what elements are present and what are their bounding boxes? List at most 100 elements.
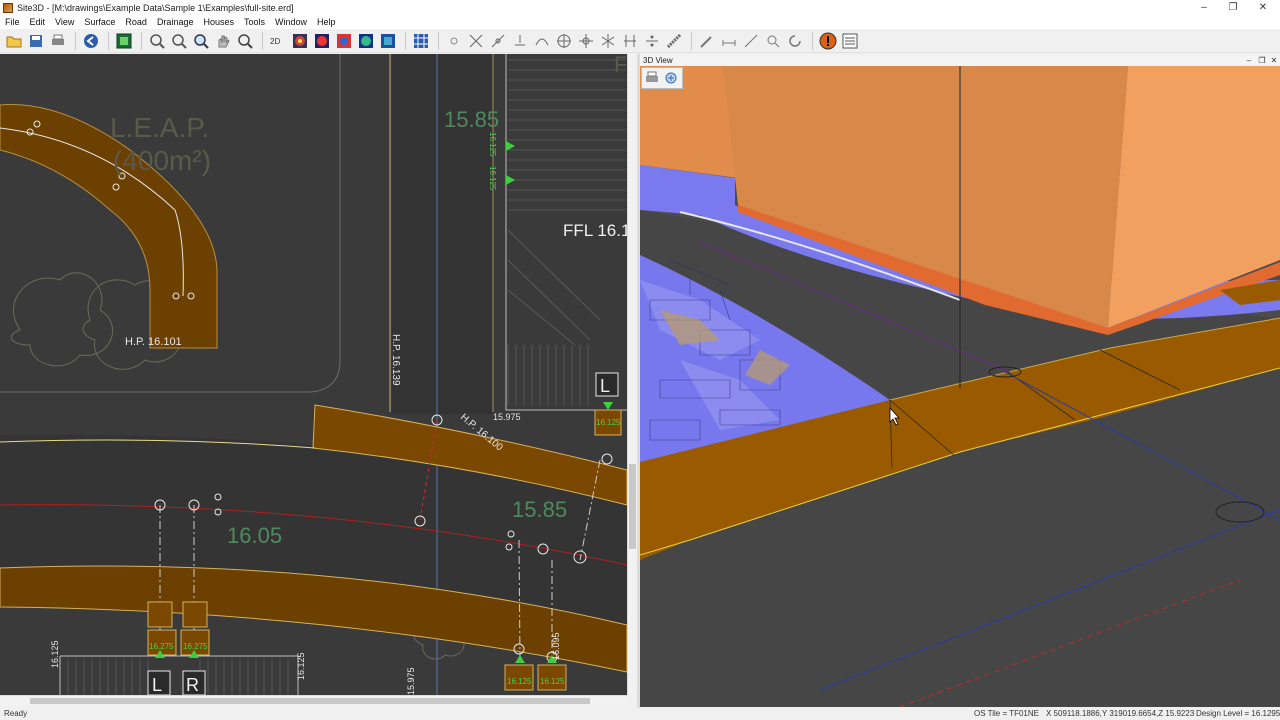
view3d-title: 3D View xyxy=(643,56,673,65)
open-folder-icon[interactable] xyxy=(4,31,24,51)
map-icon[interactable] xyxy=(114,31,134,51)
vertical-level-3: 16.125 xyxy=(50,640,60,668)
view3d-minimize-button[interactable]: – xyxy=(1244,55,1254,66)
warning-stop-icon[interactable] xyxy=(818,31,838,51)
grid-icon[interactable] xyxy=(411,31,431,51)
view3d-titlebar: 3D View – ❐ ✕ xyxy=(640,55,1280,66)
status-coordinates: X 509118.1886,Y 319019.6654,Z 15.9223 xyxy=(1046,709,1195,718)
menu-houses[interactable]: Houses xyxy=(198,17,239,27)
render-heat-icon[interactable] xyxy=(334,31,354,51)
menu-help[interactable]: Help xyxy=(312,17,341,27)
pad-level-3: 16.275 xyxy=(183,642,208,651)
render-globe-icon[interactable] xyxy=(356,31,376,51)
menu-edit[interactable]: Edit xyxy=(25,17,51,27)
menu-bar: File Edit View Surface Road Drainage Hou… xyxy=(0,15,1280,29)
status-ready: Ready xyxy=(4,709,28,718)
zoom-window-icon[interactable] xyxy=(235,31,255,51)
measure-icon[interactable] xyxy=(664,31,684,51)
rotate-3d-icon[interactable] xyxy=(663,70,679,87)
view3d-close-button[interactable]: ✕ xyxy=(1269,55,1279,66)
toolbar-separator xyxy=(262,31,263,50)
leap-area-label: (400m²) xyxy=(113,145,211,176)
snowflake-icon[interactable] xyxy=(598,31,618,51)
app-icon xyxy=(3,2,13,13)
status-bar: Ready OS Tile = TF01NE X 509118.1886,Y 3… xyxy=(0,708,1280,720)
restore-button[interactable]: ❐ xyxy=(1218,0,1248,15)
pad-level-1: 16.125 xyxy=(596,418,621,427)
zoom-out-icon[interactable] xyxy=(169,31,189,51)
scroll-thumb[interactable] xyxy=(30,698,590,704)
pencil-icon[interactable] xyxy=(697,31,717,51)
magnify-node-icon[interactable] xyxy=(763,31,783,51)
print-icon[interactable] xyxy=(48,31,68,51)
vertical-level-5: 16.095 xyxy=(551,632,561,660)
close-button[interactable]: ✕ xyxy=(1248,0,1278,15)
cross-icon[interactable] xyxy=(466,31,486,51)
toolbar-separator xyxy=(141,31,142,50)
toolbar-separator xyxy=(75,31,76,50)
view3d-canvas[interactable] xyxy=(640,66,1280,707)
render-blue-icon[interactable] xyxy=(378,31,398,51)
level-15-85-top: 15.85 xyxy=(444,107,499,132)
menu-window[interactable]: Window xyxy=(270,17,312,27)
crosshair-icon[interactable] xyxy=(576,31,596,51)
status-design-level: Design Level = 16.1295 xyxy=(1196,709,1280,718)
building-letter-label: F xyxy=(614,54,627,77)
list-report-icon[interactable] xyxy=(840,31,860,51)
status-os-tile: OS Tile = TF01NE xyxy=(974,709,1039,718)
toolbar-separator xyxy=(108,31,109,50)
minimize-button[interactable]: – xyxy=(1189,0,1219,15)
view3d-toolbar xyxy=(641,67,683,89)
main-toolbar: 2D xyxy=(0,29,1280,53)
bay-label-r: R xyxy=(186,675,199,695)
pad-level-5: 16.125 xyxy=(540,677,565,686)
level-15-85-mid: 15.85 xyxy=(512,497,567,522)
title-bar: Site3D - [M:\drawings\Example Data\Sampl… xyxy=(0,0,1280,15)
arc-icon[interactable] xyxy=(532,31,552,51)
save-icon[interactable] xyxy=(26,31,46,51)
menu-tools[interactable]: Tools xyxy=(239,17,270,27)
pad-level-4: 16.125 xyxy=(507,677,532,686)
refresh-icon[interactable] xyxy=(785,31,805,51)
scroll-thumb[interactable] xyxy=(629,464,636,549)
bay-label-l: L xyxy=(152,675,162,695)
level-15-975: 15.975 xyxy=(493,412,521,422)
line-icon[interactable] xyxy=(488,31,508,51)
render-terrain-icon[interactable] xyxy=(290,31,310,51)
toolbar-separator xyxy=(405,31,406,50)
plan-horizontal-scrollbar[interactable] xyxy=(0,695,627,706)
dimension-icon[interactable] xyxy=(719,31,739,51)
vertical-level-1: 16.125 xyxy=(488,132,497,157)
slope-icon[interactable] xyxy=(741,31,761,51)
hp-label-2: H.P. 16.139 xyxy=(390,334,401,386)
back-icon[interactable] xyxy=(81,31,101,51)
zoom-in-icon[interactable] xyxy=(147,31,167,51)
zoom-extents-icon[interactable] xyxy=(191,31,211,51)
menu-surface[interactable]: Surface xyxy=(79,17,120,27)
vertical-level-4: 16.125 xyxy=(296,652,306,680)
render-contour-icon[interactable] xyxy=(312,31,332,51)
window-title: Site3D - [M:\drawings\Example Data\Sampl… xyxy=(17,2,294,13)
view3d-restore-button[interactable]: ❐ xyxy=(1257,55,1267,66)
vertical-level-2: 16.125 xyxy=(488,166,497,191)
target-icon[interactable] xyxy=(554,31,574,51)
bay-label-l-top: L xyxy=(600,376,610,396)
split-icon[interactable] xyxy=(620,31,640,51)
plan-view[interactable]: L.E.A.P. (400m²) H.P. 16.101 H.P. 16.139… xyxy=(0,54,637,695)
view-2d3d-icon[interactable]: 2D xyxy=(268,31,288,51)
plan-vertical-scrollbar[interactable] xyxy=(627,54,637,695)
divide-icon[interactable] xyxy=(642,31,662,51)
svg-text:2D: 2D xyxy=(270,37,280,46)
pad-level-2: 16.275 xyxy=(149,642,174,651)
pan-hand-icon[interactable] xyxy=(213,31,233,51)
menu-road[interactable]: Road xyxy=(120,17,152,27)
toolbar-separator xyxy=(691,31,692,50)
toolbar-separator xyxy=(438,31,439,50)
menu-file[interactable]: File xyxy=(0,17,25,27)
point-icon[interactable] xyxy=(444,31,464,51)
hp-label-1: H.P. 16.101 xyxy=(125,336,182,348)
print-3d-icon[interactable] xyxy=(644,70,660,87)
menu-view[interactable]: View xyxy=(50,17,79,27)
node-icon[interactable] xyxy=(510,31,530,51)
menu-drainage[interactable]: Drainage xyxy=(152,17,199,27)
